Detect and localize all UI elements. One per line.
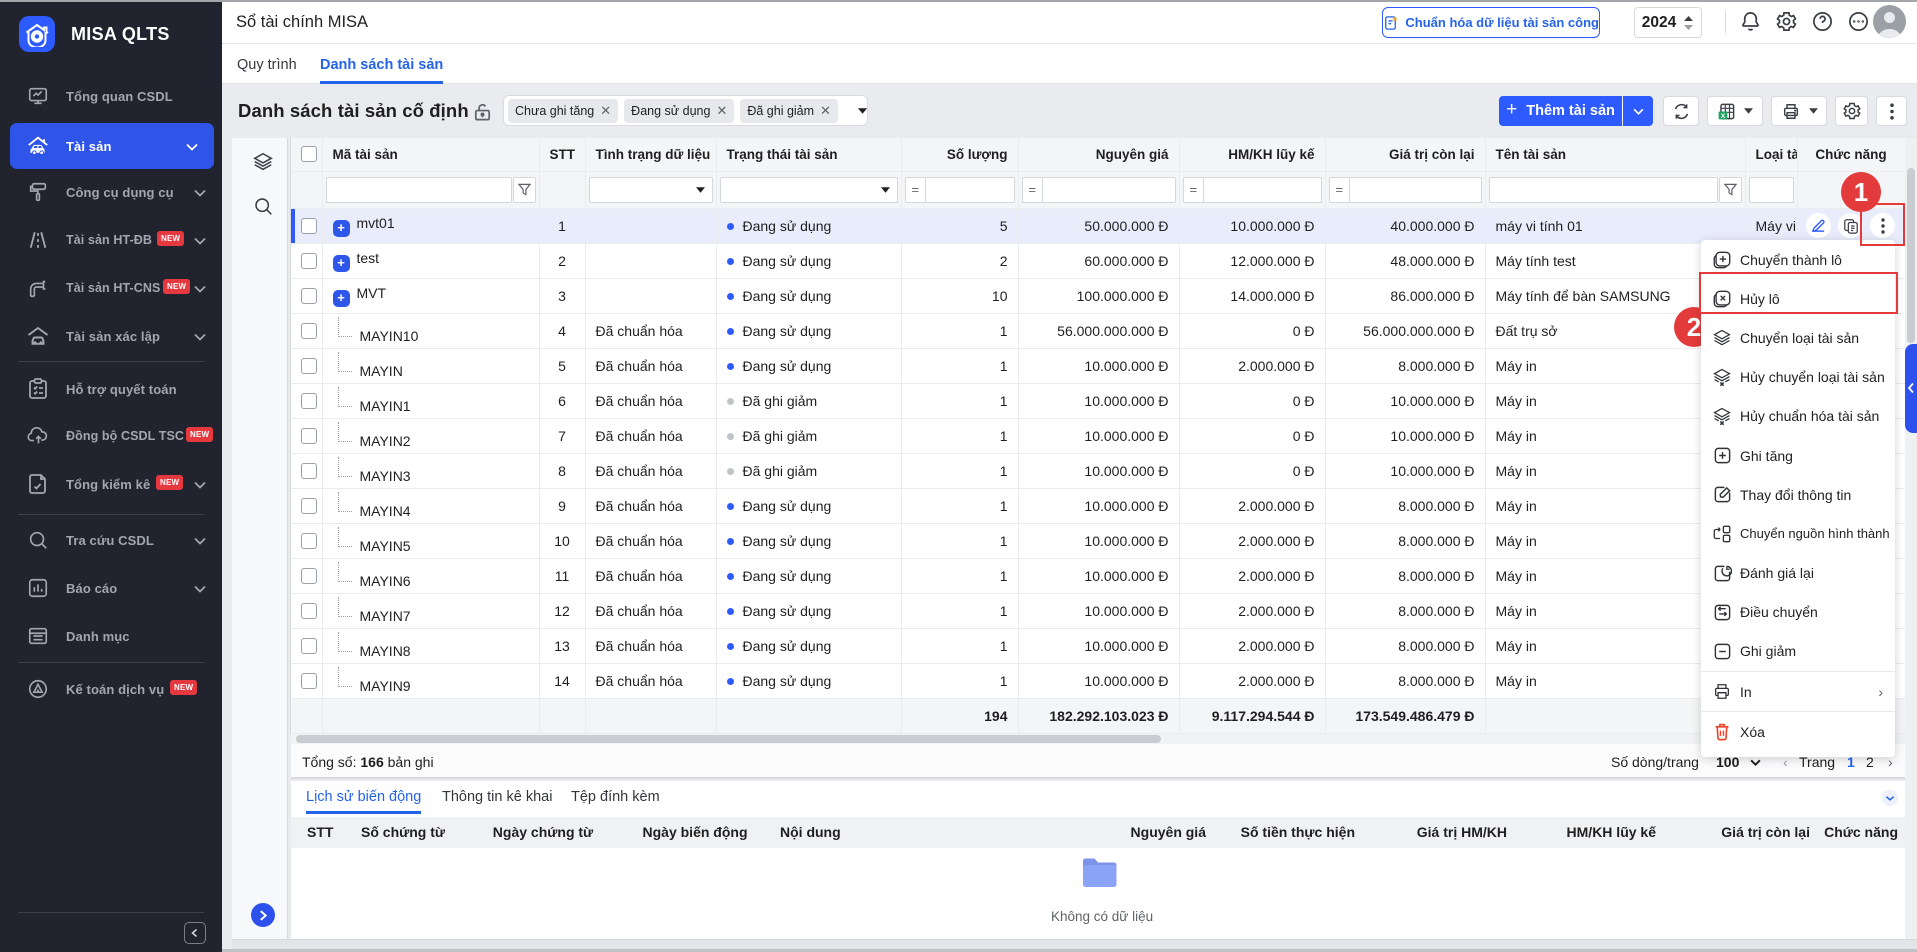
svg-text:X: X: [1721, 112, 1726, 119]
